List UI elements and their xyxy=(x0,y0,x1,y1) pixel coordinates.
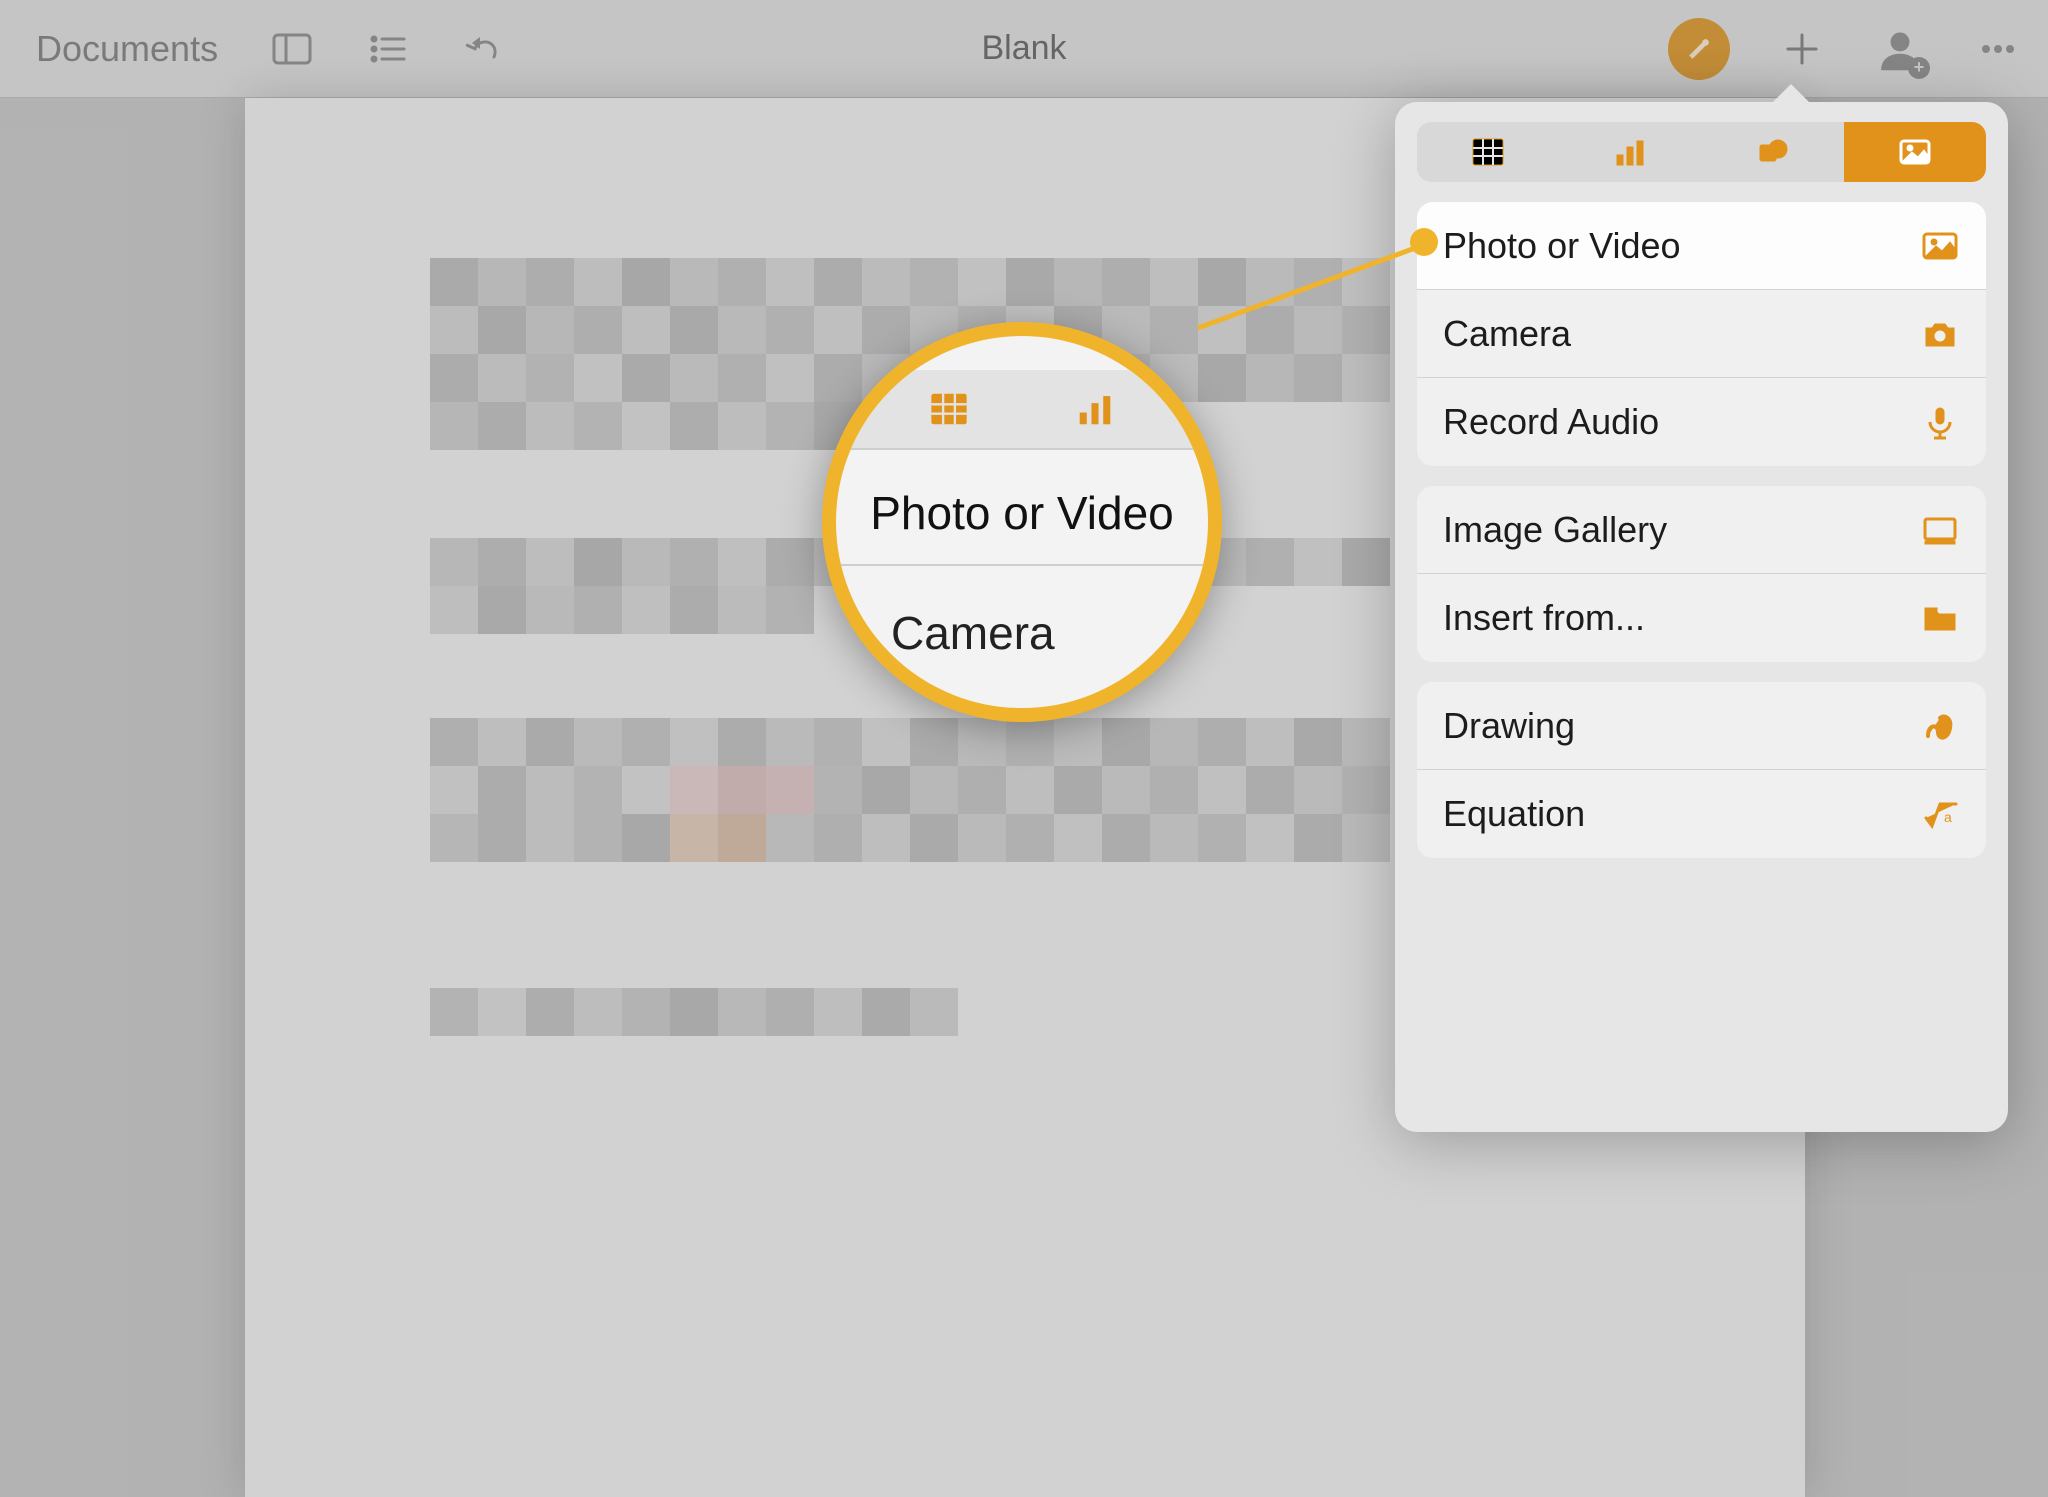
more-icon[interactable] xyxy=(1976,27,2020,71)
toolbar-left-group: Documents xyxy=(36,27,506,71)
top-toolbar: Documents Blank xyxy=(0,0,2048,98)
sidebar-toggle-icon[interactable] xyxy=(270,27,314,71)
mic-icon xyxy=(1920,402,1960,442)
insert-plus-button[interactable] xyxy=(1780,27,1824,71)
collaborate-add-badge: + xyxy=(1908,57,1930,79)
menu-drawing[interactable]: Drawing xyxy=(1417,682,1986,770)
viewport: Documents Blank xyxy=(0,0,2048,1497)
insert-tab-shape[interactable] xyxy=(1702,122,1844,182)
callout-magnifier: Photo or Video Camera xyxy=(822,322,1222,722)
redacted-text-block-4 xyxy=(430,988,958,1036)
squiggle-icon xyxy=(1920,706,1960,746)
camera-icon xyxy=(1920,314,1960,354)
callout-dot xyxy=(1410,228,1438,256)
magnifier-row-camera: Camera xyxy=(891,606,1055,660)
menu-label: Drawing xyxy=(1443,705,1575,747)
magnifier-row-photo-video: Photo or Video xyxy=(836,486,1208,540)
menu-label: Image Gallery xyxy=(1443,509,1667,551)
chart-icon xyxy=(1075,389,1115,429)
menu-camera[interactable]: Camera xyxy=(1417,290,1986,378)
format-brush-button[interactable] xyxy=(1668,18,1730,80)
magnifier-tabbar xyxy=(836,370,1208,448)
insert-tab-chart[interactable] xyxy=(1559,122,1701,182)
insert-tab-bar xyxy=(1417,122,1986,182)
menu-label: Camera xyxy=(1443,313,1571,355)
insert-tab-media[interactable] xyxy=(1844,122,1986,182)
table-icon xyxy=(929,389,969,429)
photo-icon xyxy=(1920,226,1960,266)
insert-popover: Photo or Video Camera Record Audio I xyxy=(1395,102,2008,1132)
menu-record-audio[interactable]: Record Audio xyxy=(1417,378,1986,466)
media-group-other: Drawing Equation a xyxy=(1417,682,1986,858)
list-icon[interactable] xyxy=(366,27,410,71)
gallery-icon xyxy=(1920,510,1960,550)
svg-text:a: a xyxy=(1944,809,1952,825)
undo-icon[interactable] xyxy=(462,27,506,71)
menu-insert-from[interactable]: Insert from... xyxy=(1417,574,1986,662)
sqrt-icon: a xyxy=(1920,794,1960,834)
media-group-capture: Photo or Video Camera Record Audio xyxy=(1417,202,1986,466)
menu-label: Photo or Video xyxy=(1443,225,1681,267)
menu-photo-or-video[interactable]: Photo or Video xyxy=(1417,202,1986,290)
insert-tab-table[interactable] xyxy=(1417,122,1559,182)
menu-label: Equation xyxy=(1443,793,1585,835)
toolbar-right-group: + xyxy=(1668,18,2020,80)
collaborate-icon[interactable]: + xyxy=(1874,23,1926,75)
document-title: Blank xyxy=(981,29,1066,68)
folder-icon xyxy=(1920,598,1960,638)
media-group-library: Image Gallery Insert from... xyxy=(1417,486,1986,662)
menu-label: Insert from... xyxy=(1443,597,1645,639)
menu-image-gallery[interactable]: Image Gallery xyxy=(1417,486,1986,574)
menu-label: Record Audio xyxy=(1443,401,1659,443)
documents-back-button[interactable]: Documents xyxy=(36,28,218,70)
redacted-text-block-3 xyxy=(430,718,1390,862)
menu-equation[interactable]: Equation a xyxy=(1417,770,1986,858)
